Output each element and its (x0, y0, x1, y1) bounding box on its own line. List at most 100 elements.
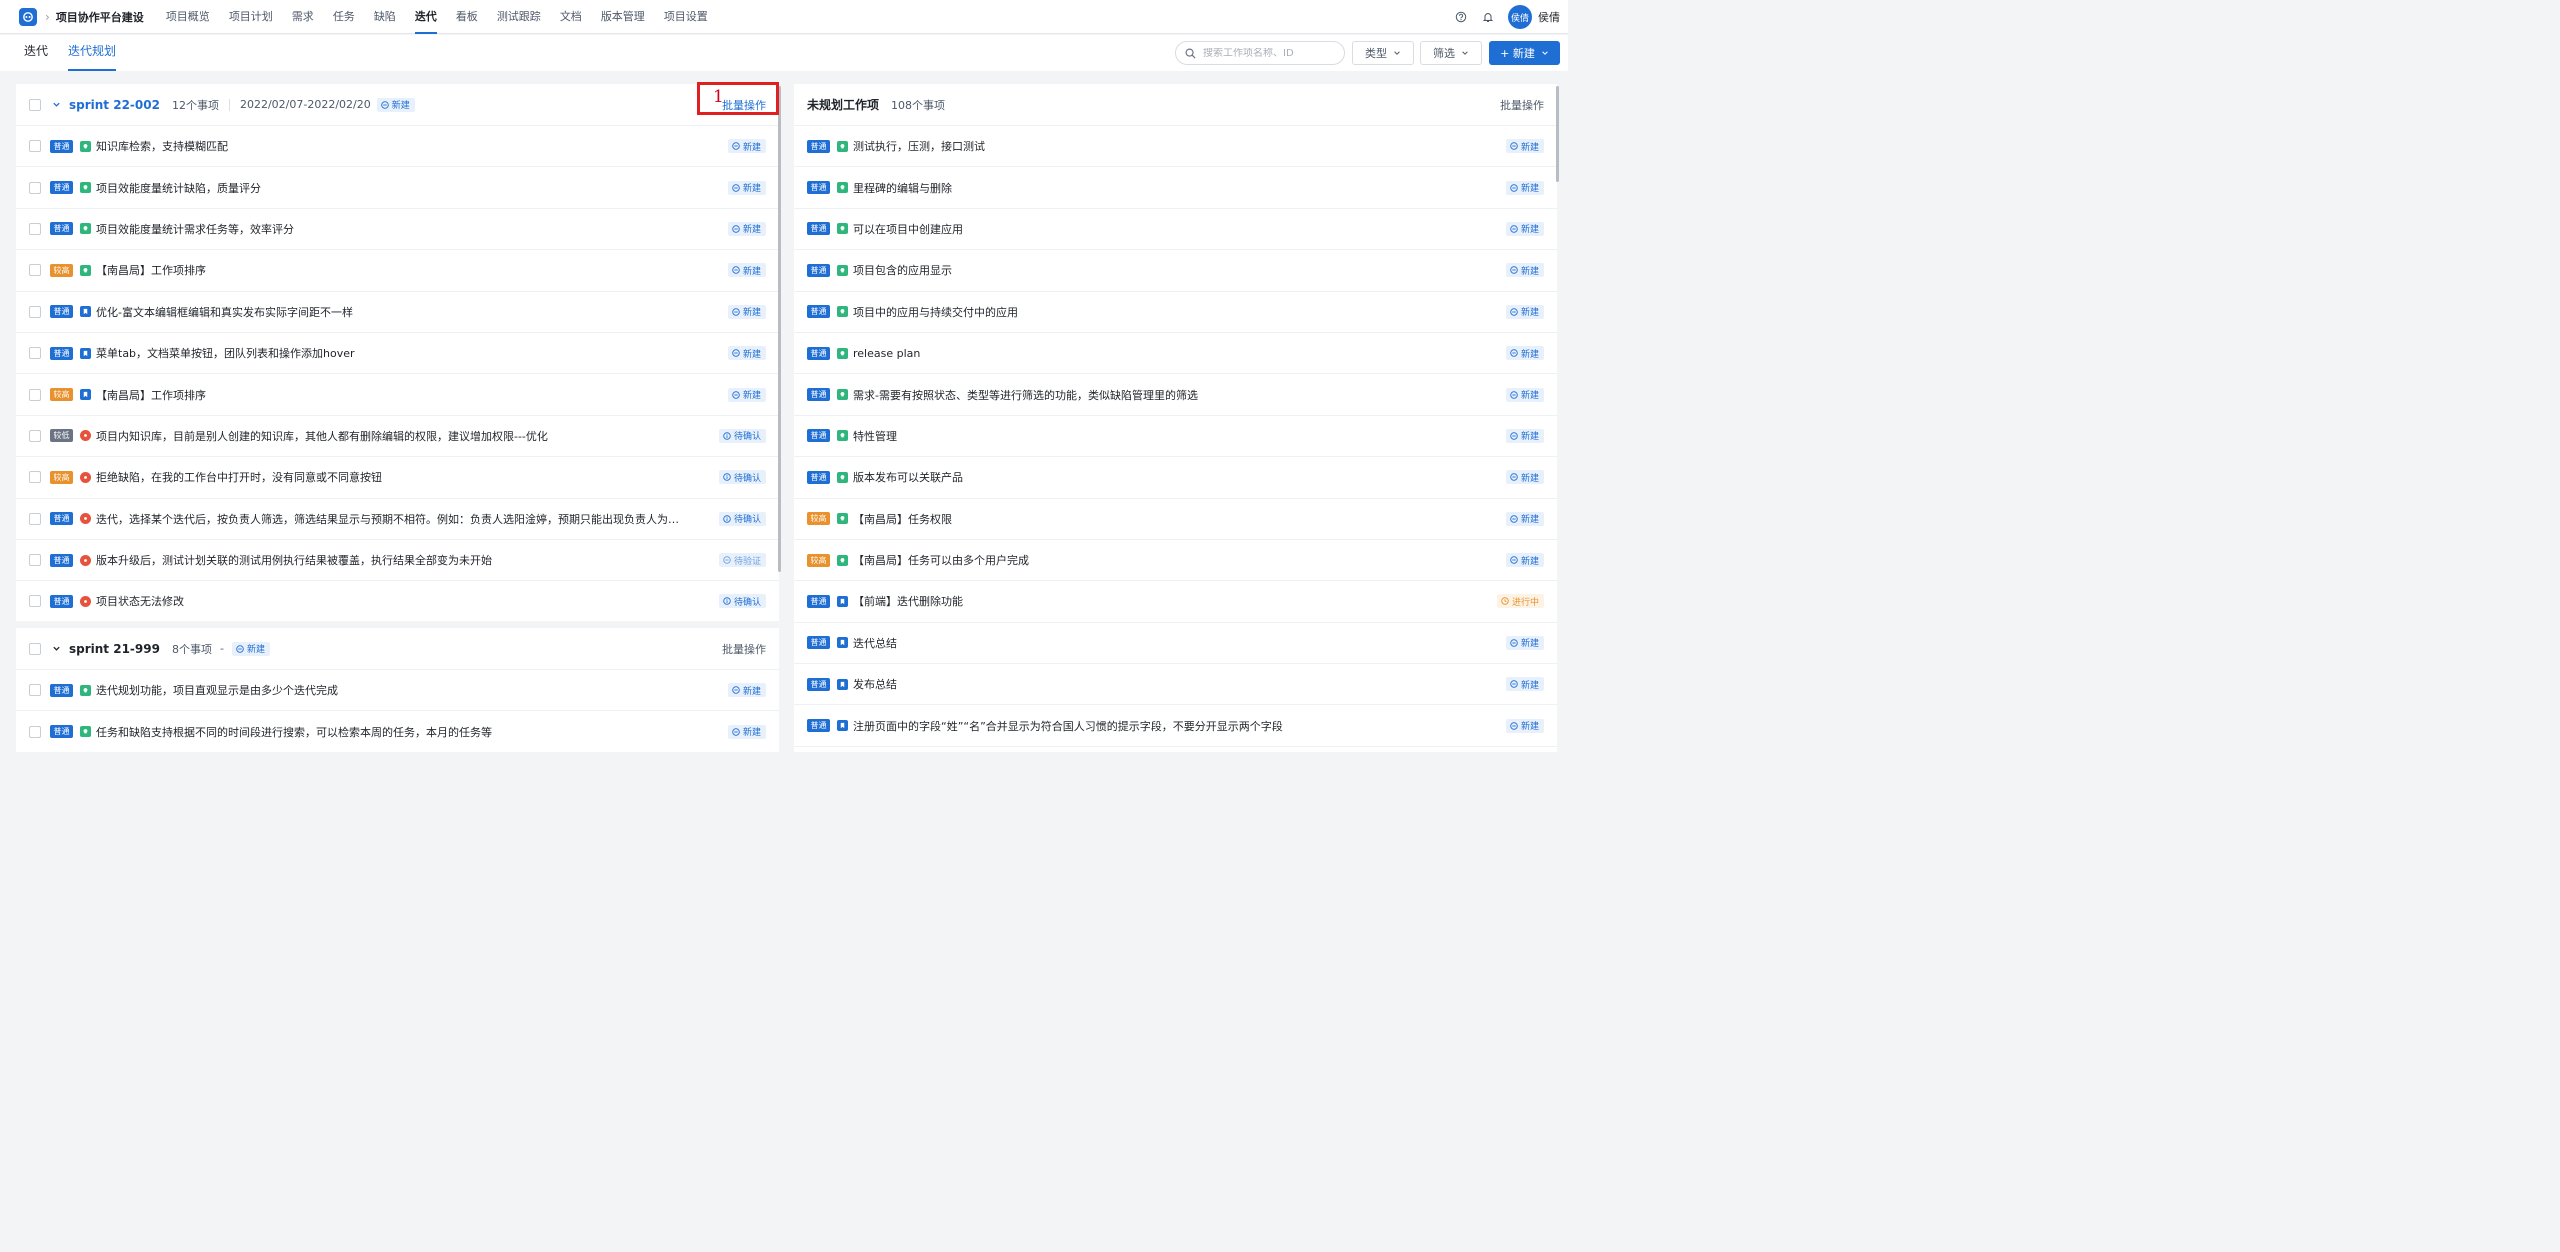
item-title[interactable]: 知识库检索，支持模糊匹配 (96, 138, 228, 154)
app-logo[interactable] (19, 7, 37, 26)
tab-iteration[interactable]: 迭代 (24, 35, 48, 71)
item-title[interactable]: 菜单tab，文档菜单按钮，团队列表和操作添加hover (96, 345, 355, 361)
list-item[interactable]: 普通 项目效能度量统计缺陷，质量评分 新建 (16, 167, 779, 209)
status-badge[interactable]: 待确认 (718, 594, 766, 609)
item-title[interactable]: 任务和缺陷支持根据不同的时间段进行搜索，可以检索本周的任务，本月的任务等 (96, 724, 492, 740)
list-item[interactable]: 普通 可以在项目中创建应用 新建 (794, 209, 1557, 251)
item-checkbox[interactable] (29, 684, 41, 697)
item-title[interactable]: 项目状态无法修改 (96, 593, 184, 609)
item-title[interactable]: 可以在项目中创建应用 (853, 221, 963, 237)
list-item[interactable]: 普通 迭代规划功能，项目直观显示是由多少个迭代完成 新建 (16, 670, 779, 712)
nav-item[interactable]: 项目设置 (664, 0, 708, 34)
list-item[interactable]: 普通 菜单tab，文档菜单按钮，团队列表和操作添加hover 新建 (16, 333, 779, 375)
user-name[interactable]: 侯倩 (1538, 9, 1560, 25)
item-title[interactable]: 发布总结 (853, 676, 897, 692)
item-checkbox[interactable] (29, 554, 41, 567)
item-checkbox[interactable] (29, 512, 41, 525)
item-title[interactable]: 版本发布可以关联产品 (853, 469, 963, 485)
batch-operation-button[interactable]: 批量操作 (722, 97, 766, 113)
status-badge[interactable]: 新建 (1505, 139, 1544, 154)
list-item[interactable]: 普通 需求-需要有按照状态、类型等进行筛选的功能，类似缺陷管理里的筛选 新建 (794, 374, 1557, 416)
list-item[interactable]: 普通 迭代总结 新建 (794, 623, 1557, 665)
status-badge[interactable]: 新建 (1505, 263, 1544, 278)
item-title[interactable]: 拒绝缺陷，在我的工作台中打开时，没有同意或不同意按钮 (96, 469, 382, 485)
item-checkbox[interactable] (29, 181, 41, 194)
item-title[interactable]: 项目包含的应用显示 (853, 262, 952, 278)
item-checkbox[interactable] (29, 595, 41, 608)
tab-iteration-planning[interactable]: 迭代规划 (68, 35, 117, 71)
status-badge[interactable]: 进行中 (1496, 594, 1544, 609)
list-item[interactable]: 普通 测试执行，压测，接口测试 新建 (794, 126, 1557, 168)
item-title[interactable]: 版本升级后，测试计划关联的测试用例执行结果被覆盖，执行结果全部变为未开始 (96, 552, 492, 568)
item-title[interactable]: 迭代，选择某个迭代后，按负责人筛选，筛选结果显示与预期不相符。例如：负责人选阳淦… (96, 511, 686, 527)
nav-item[interactable]: 文档 (560, 0, 582, 34)
new-button[interactable]: + 新建 (1489, 41, 1560, 65)
status-badge[interactable]: 新建 (1505, 677, 1544, 692)
item-title[interactable]: 测试执行，压测，接口测试 (853, 138, 985, 154)
item-title[interactable]: 【南昌局】工作项排序 (96, 262, 206, 278)
status-badge[interactable]: 新建 (727, 346, 766, 361)
list-item[interactable]: 普通 项目状态无法修改 待确认 (16, 581, 779, 621)
list-item[interactable]: 较高 拒绝缺陷，在我的工作台中打开时，没有同意或不同意按钮 待确认 (16, 457, 779, 499)
chevron-down-icon[interactable] (52, 100, 61, 109)
batch-operation-button[interactable]: 批量操作 (1500, 97, 1544, 113)
sprint-name[interactable]: sprint 22-002 (69, 98, 160, 112)
list-item[interactable]: 普通 版本发布可以关联产品 新建 (794, 457, 1557, 499)
list-item[interactable]: 普通 优化-富文本编辑框编辑和真实发布实际字间距不一样 新建 (16, 292, 779, 333)
avatar[interactable]: 侯倩 (1508, 5, 1532, 29)
item-checkbox[interactable] (29, 471, 41, 484)
list-item[interactable]: 普通 release plan 新建 (794, 333, 1557, 375)
list-item[interactable]: 普通 特性管理 新建 (794, 416, 1557, 458)
bell-icon[interactable] (1481, 10, 1495, 24)
status-badge[interactable]: 待确认 (718, 470, 766, 485)
item-title[interactable]: 特性管理 (853, 428, 897, 444)
nav-item[interactable]: 测试跟踪 (497, 0, 541, 34)
nav-item[interactable]: 看板 (456, 0, 478, 34)
item-title[interactable]: 【前端】迭代删除功能 (853, 593, 963, 609)
list-item[interactable]: 较高 【南昌局】工作项排序 新建 (16, 374, 779, 416)
nav-item[interactable]: 项目计划 (229, 0, 273, 34)
list-item[interactable]: 普通 里程碑的编辑与删除 新建 (794, 167, 1557, 209)
search-box[interactable] (1175, 41, 1345, 65)
status-badge[interactable]: 新建 (1505, 304, 1544, 319)
search-input[interactable] (1203, 47, 1333, 59)
nav-item[interactable]: 任务 (333, 0, 355, 34)
list-item[interactable]: 普通 迭代，选择某个迭代后，按负责人筛选，筛选结果显示与预期不相符。例如：负责人选… (16, 499, 779, 540)
status-badge[interactable]: 新建 (231, 641, 270, 656)
list-item[interactable]: 普通 发布总结 新建 (794, 664, 1557, 706)
list-item[interactable]: 普通 项目效能度量统计需求任务等，效率评分 新建 (16, 209, 779, 251)
list-item[interactable]: 较高 【南昌局】任务可以由多个用户完成 新建 (794, 540, 1557, 582)
status-badge[interactable]: 新建 (1505, 553, 1544, 568)
status-badge[interactable]: 新建 (1505, 718, 1544, 733)
item-checkbox[interactable] (29, 429, 41, 442)
list-item[interactable]: 普通 任务和缺陷支持根据不同的时间段进行搜索，可以检索本周的任务，本月的任务等 新建 (16, 711, 779, 752)
item-checkbox[interactable] (29, 264, 41, 277)
nav-item[interactable]: 缺陷 (374, 0, 396, 34)
status-badge[interactable]: 新建 (1505, 428, 1544, 443)
left-scrollbar[interactable] (778, 86, 781, 572)
item-title[interactable]: 迭代规划功能，项目直观显示是由多少个迭代完成 (96, 682, 338, 698)
item-title[interactable]: 【南昌局】工作项排序 (96, 387, 206, 403)
item-title[interactable]: 【南昌局】任务可以由多个用户完成 (853, 552, 1029, 568)
nav-item[interactable]: 版本管理 (601, 0, 645, 34)
right-scrollbar[interactable] (1556, 86, 1559, 182)
item-checkbox[interactable] (29, 388, 41, 401)
status-badge[interactable]: 待确认 (718, 428, 766, 443)
item-title[interactable]: 项目内知识库，目前是别人创建的知识库，其他人都有删除编辑的权限，建议增加权限--… (96, 428, 548, 444)
status-badge[interactable]: 新建 (727, 263, 766, 278)
status-badge[interactable]: 新建 (727, 180, 766, 195)
list-item[interactable]: 较高 【南昌局】工作项排序 新建 (16, 250, 779, 292)
status-badge[interactable]: 新建 (727, 683, 766, 698)
status-badge[interactable]: 新建 (727, 724, 766, 739)
batch-operation-button[interactable]: 批量操作 (722, 641, 766, 657)
item-checkbox[interactable] (29, 222, 41, 235)
status-badge[interactable]: 新建 (1505, 511, 1544, 526)
help-icon[interactable] (1454, 10, 1468, 24)
item-title[interactable]: 需求-需要有按照状态、类型等进行筛选的功能，类似缺陷管理里的筛选 (853, 387, 1198, 403)
status-badge[interactable]: 新建 (1505, 387, 1544, 402)
filter-dropdown[interactable]: 筛选 (1420, 41, 1482, 65)
status-badge[interactable]: 新建 (727, 304, 766, 319)
status-badge[interactable]: 新建 (1505, 470, 1544, 485)
status-badge[interactable]: 新建 (727, 387, 766, 402)
list-item[interactable]: 较高 【南昌局】任务权限 新建 (794, 499, 1557, 540)
